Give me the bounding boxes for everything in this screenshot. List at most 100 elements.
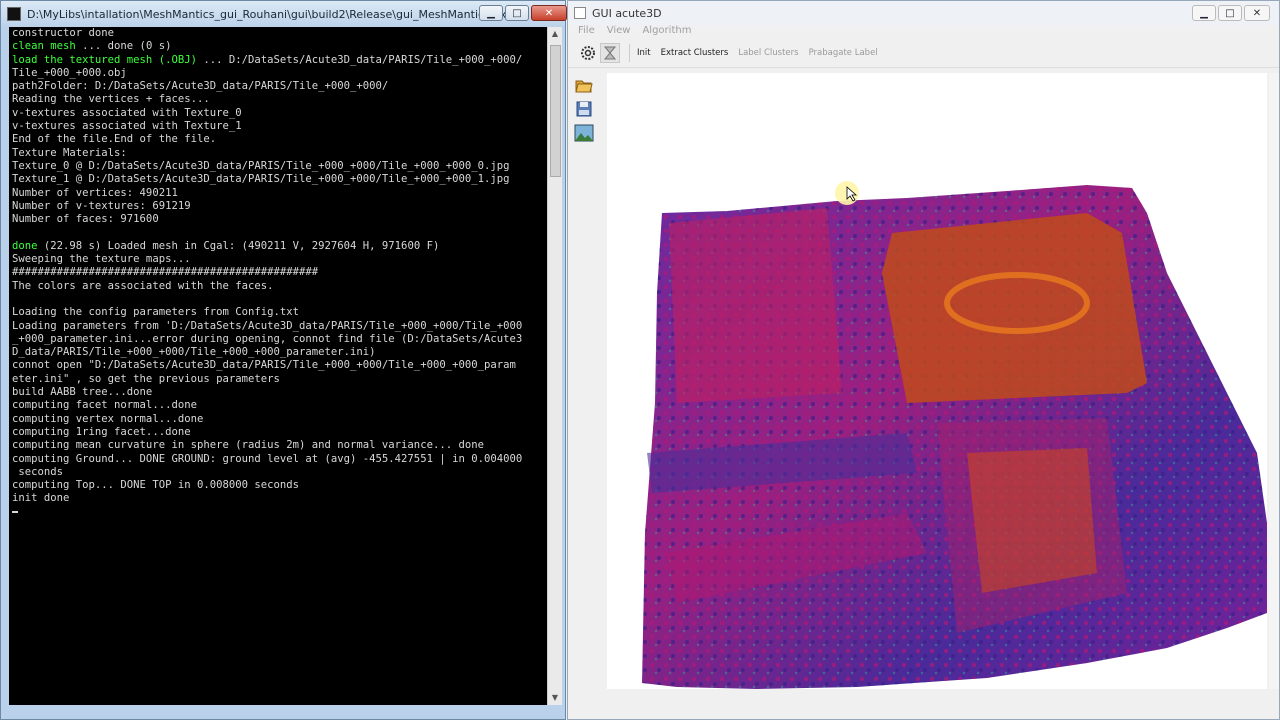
console-log: constructor done clean mesh ... done (0 s… bbox=[9, 27, 547, 519]
building-block-left bbox=[669, 208, 842, 403]
console-line: clean mesh ... done (0 s) bbox=[12, 40, 547, 53]
console-line-text: computing facet normal...done bbox=[12, 399, 197, 412]
console-line-text: eter.ini" , so get the previous paramete… bbox=[12, 372, 280, 385]
console-line-text: computing vertex normal...done bbox=[12, 412, 204, 425]
settings-gear-icon[interactable] bbox=[578, 43, 598, 63]
console-line: computing Top... DONE TOP in 0.008000 se… bbox=[12, 479, 547, 492]
console-line-highlight: clean mesh bbox=[12, 40, 76, 53]
console-titlebar[interactable]: D:\MyLibs\intallation\MeshMantics_gui_Ro… bbox=[1, 1, 567, 27]
menu-view[interactable]: View bbox=[607, 25, 631, 39]
menu-file[interactable]: File bbox=[578, 25, 595, 39]
console-line-text: D_data/PARIS/Tile_+000_+000/Tile_+000_+0… bbox=[12, 346, 376, 359]
console-line: Texture_0 @ D:/DataSets/Acute3D_data/PAR… bbox=[12, 160, 547, 173]
console-line: path2Folder: D:/DataSets/Acute3D_data/PA… bbox=[12, 80, 547, 93]
console-line: _+000_parameter.ini...error during openi… bbox=[12, 333, 547, 346]
console-line-text: build AABB tree...done bbox=[12, 386, 153, 399]
scroll-up-icon[interactable]: ▲ bbox=[548, 27, 562, 41]
console-line: load the textured mesh (.OBJ) ... D:/Dat… bbox=[12, 54, 547, 67]
gui-close-button[interactable]: ✕ bbox=[1244, 5, 1270, 21]
console-line: Texture Materials: bbox=[12, 147, 547, 160]
console-line-text: _+000_parameter.ini...error during openi… bbox=[12, 332, 523, 345]
courtyard-block bbox=[882, 213, 1147, 403]
console-cursor bbox=[12, 506, 547, 519]
console-line-text: ... D:/DataSets/Acute3D_data/PARIS/Tile_… bbox=[196, 53, 523, 66]
console-line: done (22.98 s) Loaded mesh in Cgal: (490… bbox=[12, 240, 547, 253]
console-line-text: Tile_+000_+000.obj bbox=[12, 66, 127, 79]
menu-algorithm[interactable]: Algorithm bbox=[642, 25, 691, 39]
console-line-text: path2Folder: D:/DataSets/Acute3D_data/PA… bbox=[12, 80, 389, 93]
console-line: computing mean curvature in sphere (radi… bbox=[12, 439, 547, 452]
console-line-text: End of the file.End of the file. bbox=[12, 133, 217, 146]
toolbar: Init Extract Clusters Label Clusters Pra… bbox=[568, 39, 1279, 68]
console-line-text: The colors are associated with the faces… bbox=[12, 279, 274, 292]
viewport-scrollbar[interactable] bbox=[1269, 73, 1279, 689]
console-maximize-button[interactable]: □ bbox=[505, 5, 529, 21]
console-line-text: v-textures associated with Texture_0 bbox=[12, 106, 242, 119]
console-window: D:\MyLibs\intallation\MeshMantics_gui_Ro… bbox=[0, 0, 567, 720]
console-line: Loading the config parameters from Confi… bbox=[12, 306, 547, 319]
scroll-down-icon[interactable]: ▼ bbox=[548, 691, 562, 705]
console-line: ########################################… bbox=[12, 266, 547, 279]
console-line: End of the file.End of the file. bbox=[12, 133, 547, 146]
console-scroll-thumb[interactable] bbox=[550, 45, 561, 177]
console-line: Reading the vertices + faces... bbox=[12, 93, 547, 106]
toolbar-separator bbox=[629, 44, 630, 62]
console-line: computing Ground... DONE GROUND: ground … bbox=[12, 453, 547, 466]
init-button[interactable]: Init bbox=[637, 48, 651, 58]
console-line: v-textures associated with Texture_0 bbox=[12, 107, 547, 120]
console-line: Sweeping the texture maps... bbox=[12, 253, 547, 266]
3d-viewport[interactable] bbox=[607, 73, 1267, 689]
label-clusters-button[interactable]: Label Clusters bbox=[738, 48, 798, 58]
open-folder-icon[interactable] bbox=[574, 75, 594, 95]
console-line-text: Loading the config parameters from Confi… bbox=[12, 306, 300, 319]
console-line-text: Texture Materials: bbox=[12, 146, 127, 159]
console-line-text: computing Top... DONE TOP in 0.008000 se… bbox=[12, 479, 300, 492]
side-toolbar bbox=[574, 75, 596, 147]
console-line: D_data/PARIS/Tile_+000_+000/Tile_+000_+0… bbox=[12, 346, 547, 359]
image-icon[interactable] bbox=[574, 123, 594, 143]
console-line: connot open "D:/DataSets/Acute3D_data/PA… bbox=[12, 359, 547, 372]
save-icon[interactable] bbox=[574, 99, 594, 119]
console-minimize-button[interactable]: ▁ bbox=[479, 5, 503, 21]
gui-app-icon bbox=[574, 7, 586, 19]
console-line: seconds bbox=[12, 466, 547, 479]
console-line-text: init done bbox=[12, 492, 70, 505]
console-line-text: Texture_0 @ D:/DataSets/Acute3D_data/PAR… bbox=[12, 159, 510, 172]
gui-titlebar[interactable]: GUI acute3D ▁ □ ✕ bbox=[568, 1, 1279, 25]
console-line: computing vertex normal...done bbox=[12, 413, 547, 426]
console-line: Number of faces: 971600 bbox=[12, 213, 547, 226]
console-line-text: computing mean curvature in sphere (radi… bbox=[12, 439, 484, 452]
console-line-text: computing 1ring facet...done bbox=[12, 425, 191, 438]
console-line-highlight: done bbox=[12, 239, 38, 252]
hourglass-icon[interactable] bbox=[600, 43, 620, 63]
console-line: init done bbox=[12, 492, 547, 505]
console-app-icon bbox=[7, 7, 21, 21]
gui-minimize-button[interactable]: ▁ bbox=[1192, 5, 1216, 21]
console-line-text: seconds bbox=[12, 465, 64, 478]
console-line: Loading parameters from 'D:/DataSets/Acu… bbox=[12, 320, 547, 333]
mesh-render[interactable] bbox=[607, 73, 1267, 689]
inner-courtyard bbox=[967, 448, 1097, 593]
console-line-highlight: load the textured mesh (.OBJ) bbox=[12, 53, 197, 66]
console-line-text: v-textures associated with Texture_1 bbox=[12, 120, 242, 133]
console-line-text: connot open "D:/DataSets/Acute3D_data/PA… bbox=[12, 359, 516, 372]
prabagate-label-button[interactable]: Prabagate Label bbox=[809, 48, 878, 58]
gui-window: GUI acute3D ▁ □ ✕ File View Algorithm In… bbox=[567, 0, 1280, 720]
console-line-text: Sweeping the texture maps... bbox=[12, 253, 191, 266]
console-line: computing facet normal...done bbox=[12, 399, 547, 412]
console-close-button[interactable]: ✕ bbox=[531, 5, 567, 21]
console-line: eter.ini" , so get the previous paramete… bbox=[12, 373, 547, 386]
extract-clusters-button[interactable]: Extract Clusters bbox=[661, 48, 729, 58]
console-title-text: D:\MyLibs\intallation\MeshMantics_gui_Ro… bbox=[27, 7, 513, 21]
console-line: build AABB tree...done bbox=[12, 386, 547, 399]
console-line-text: Number of faces: 971600 bbox=[12, 213, 159, 226]
gui-maximize-button[interactable]: □ bbox=[1218, 5, 1242, 21]
console-scrollbar[interactable]: ▲ ▼ bbox=[547, 27, 562, 705]
console-line: v-textures associated with Texture_1 bbox=[12, 120, 547, 133]
console-line: constructor done bbox=[12, 27, 547, 40]
console-output[interactable]: constructor done clean mesh ... done (0 s… bbox=[9, 27, 547, 705]
console-line: The colors are associated with the faces… bbox=[12, 280, 547, 293]
console-line-text: Number of v-textures: 691219 bbox=[12, 199, 191, 212]
